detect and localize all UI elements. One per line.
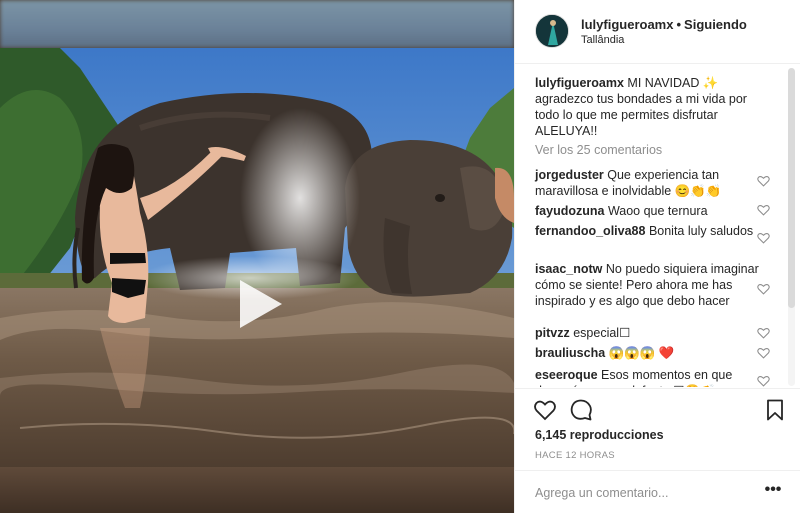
view-all-comments-link[interactable]: Ver los 25 comentarios — [535, 143, 662, 157]
comment-username[interactable]: fernandoo_oliva88 — [535, 224, 645, 238]
list-item: pitvzz especial☐ — [535, 325, 761, 341]
post-caption: lulyfigueroamx MI NAVIDAD ✨ agradezco tu… — [535, 75, 759, 139]
comment-text: Bonita luly saludos — [648, 224, 754, 238]
comment-heart-icon[interactable] — [757, 327, 770, 339]
follow-status-button[interactable]: Siguiendo — [684, 17, 747, 32]
caption-username[interactable]: lulyfigueroamx — [535, 76, 624, 90]
list-item: jorgeduster Que experiencia tan maravill… — [535, 167, 761, 199]
add-comment-bar: ••• — [515, 470, 800, 513]
comment-heart-icon[interactable] — [757, 175, 770, 187]
post-media — [0, 0, 514, 513]
timestamp: HACE 12 HORAS — [535, 450, 615, 461]
comment-heart-icon[interactable] — [757, 375, 770, 387]
avatar[interactable] — [535, 14, 569, 48]
comments-scrollbar[interactable] — [788, 68, 795, 386]
post-header: lulyfigueroamx • Siguiendo Tallândia — [515, 0, 800, 64]
comment-heart-icon[interactable] — [757, 232, 770, 244]
comment-text: Waoo que ternura — [607, 204, 708, 218]
media-blur-top — [0, 0, 514, 48]
list-item: isaac_notw No puedo siquiera imaginar có… — [535, 261, 761, 309]
video-frame — [0, 48, 514, 468]
play-icon[interactable] — [230, 276, 286, 332]
action-bar — [515, 388, 800, 428]
comment-heart-icon[interactable] — [757, 283, 770, 295]
post-side-panel: lulyfigueroamx • Siguiendo Tallândia lulyf… — [514, 0, 800, 513]
view-count[interactable]: 6,145 reproducciones — [535, 428, 664, 442]
comments-list: lulyfigueroamx MI NAVIDAD ✨ agradezco tu… — [515, 65, 800, 387]
comment-input[interactable] — [535, 483, 745, 503]
comment-username[interactable]: brauliuscha — [535, 346, 605, 360]
comment-bubble-icon[interactable] — [569, 398, 593, 422]
bookmark-icon[interactable] — [763, 398, 787, 422]
comment-username[interactable]: isaac_notw — [535, 262, 602, 276]
location-link[interactable]: Tallândia — [581, 34, 624, 46]
scrollbar-thumb[interactable] — [788, 68, 795, 308]
list-item: brauliuscha 😱😱😱 ❤️ — [535, 345, 761, 361]
header-separator: • — [676, 17, 682, 32]
list-item: fernandoo_oliva88 Bonita luly saludos — [535, 223, 761, 239]
header-user-line: lulyfigueroamx • Siguiendo — [581, 17, 747, 32]
header-username[interactable]: lulyfigueroamx — [581, 17, 673, 32]
comment-username[interactable]: pitvzz — [535, 326, 570, 340]
video-player[interactable] — [0, 48, 514, 468]
comment-text: 😱😱😱 ❤️ — [608, 346, 675, 360]
comment-username[interactable]: eseeroque — [535, 368, 598, 382]
comment-heart-icon[interactable] — [757, 347, 770, 359]
comment-heart-icon[interactable] — [757, 204, 770, 216]
more-options-icon[interactable]: ••• — [763, 482, 783, 501]
list-item: fayudozuna Waoo que ternura — [535, 203, 761, 219]
comment-text: especial☐ — [573, 326, 631, 340]
list-item: eseeroque Esos momentos en que desearía … — [535, 367, 761, 387]
comment-username[interactable]: jorgeduster — [535, 168, 604, 182]
heart-icon[interactable] — [533, 398, 557, 422]
media-blur-bottom — [0, 467, 514, 513]
comment-username[interactable]: fayudozuna — [535, 204, 604, 218]
